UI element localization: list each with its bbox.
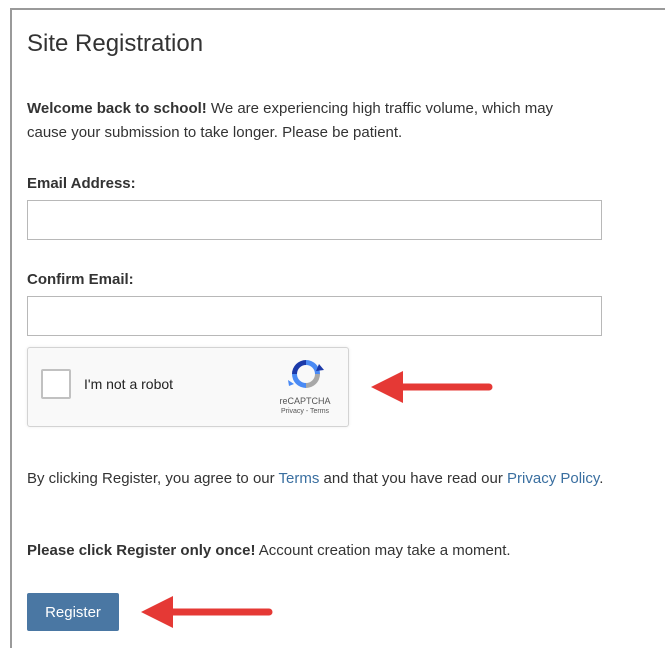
agreement-middle: and that you have read our bbox=[319, 470, 508, 487]
recaptcha-checkbox[interactable] bbox=[41, 369, 71, 399]
confirm-email-field[interactable] bbox=[27, 296, 602, 336]
registration-panel: Site Registration Welcome back to school… bbox=[10, 8, 665, 648]
register-once-notice: Please click Register only once! Account… bbox=[27, 542, 511, 559]
recaptcha-brand-text: reCAPTCHA bbox=[279, 396, 331, 406]
page-title: Site Registration bbox=[27, 30, 204, 57]
agreement-prefix: By clicking Register, you agree to our bbox=[27, 470, 279, 487]
register-button[interactable]: Register bbox=[27, 593, 119, 631]
recaptcha-label: I'm not a robot bbox=[84, 376, 174, 392]
register-once-bold: Please click Register only once! bbox=[27, 542, 256, 559]
recaptcha-widget: I'm not a robot reCAPTCHA Privacy - Term… bbox=[27, 347, 349, 427]
register-once-text: Account creation may take a moment. bbox=[255, 542, 511, 559]
email-label: Email Address: bbox=[27, 175, 136, 192]
agreement-text: By clicking Register, you agree to our T… bbox=[27, 465, 612, 492]
agreement-suffix: . bbox=[599, 470, 604, 487]
terms-link[interactable]: Terms bbox=[279, 470, 320, 487]
email-field[interactable] bbox=[27, 200, 602, 240]
recaptcha-privacy-terms[interactable]: Privacy - Terms bbox=[268, 408, 342, 415]
welcome-message: Welcome back to school! We are experienc… bbox=[27, 97, 587, 145]
confirm-email-label: Confirm Email: bbox=[27, 271, 134, 288]
recaptcha-logo-icon bbox=[288, 360, 324, 388]
welcome-bold-text: Welcome back to school! bbox=[27, 100, 207, 117]
red-arrow-left-icon bbox=[141, 596, 273, 628]
privacy-policy-link[interactable]: Privacy Policy bbox=[507, 470, 599, 487]
red-arrow-left-icon bbox=[371, 371, 493, 403]
